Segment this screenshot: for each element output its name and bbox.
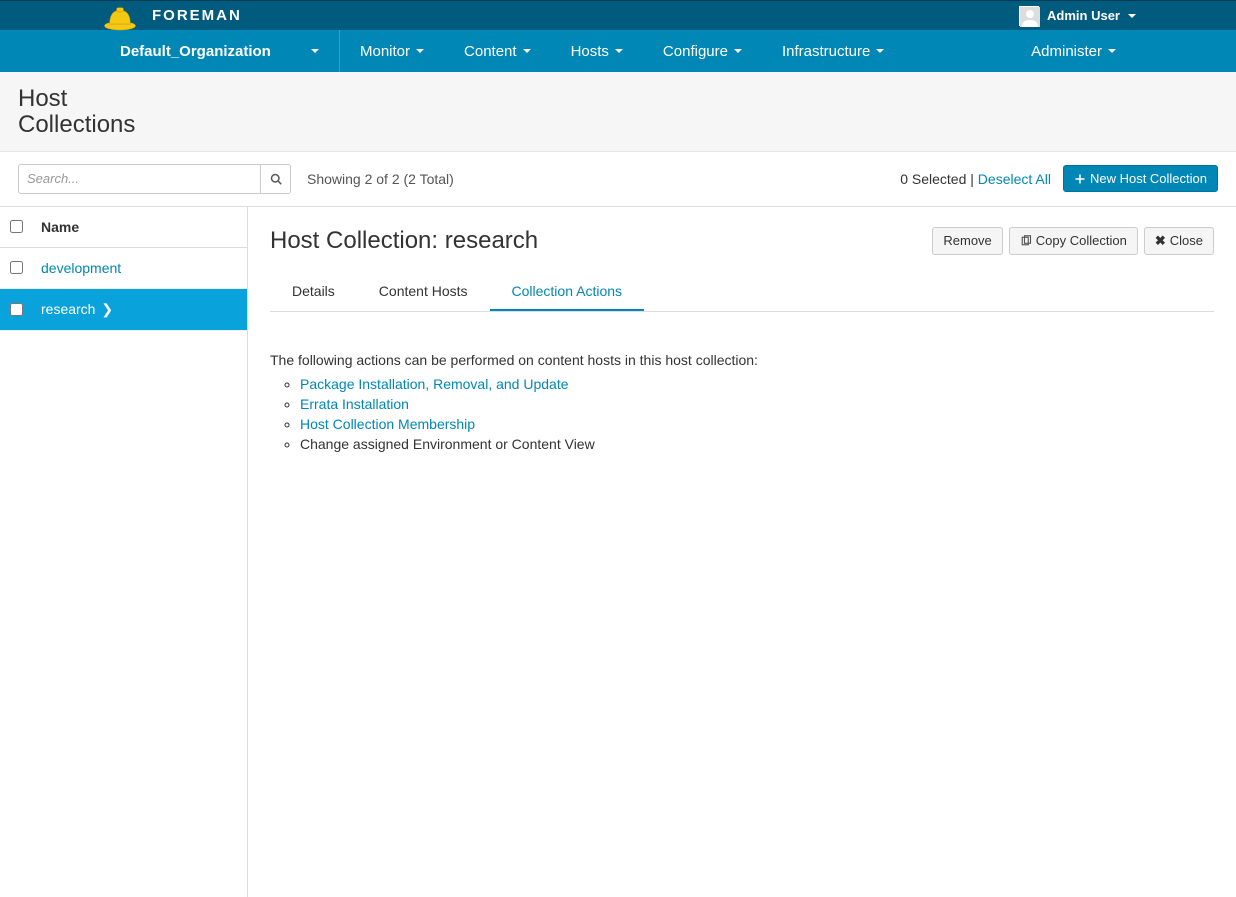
org-selector[interactable]: Default_Organization: [100, 30, 340, 72]
detail-title: Host Collection: research: [270, 227, 538, 255]
row-checkbox[interactable]: [10, 261, 23, 274]
plus-icon: [1074, 173, 1086, 185]
nav-monitor[interactable]: Monitor: [340, 30, 444, 72]
action-link[interactable]: Errata Installation: [300, 396, 409, 412]
nav-content[interactable]: Content: [444, 30, 551, 72]
search-input[interactable]: [18, 164, 261, 194]
navbar-right: Administer: [1011, 30, 1136, 72]
tab-content-hosts[interactable]: Content Hosts: [357, 273, 490, 311]
row-name: development: [41, 260, 121, 276]
action-item: Change assigned Environment or Content V…: [300, 434, 1214, 454]
nav-hosts[interactable]: Hosts: [551, 30, 643, 72]
search-button[interactable]: [261, 164, 291, 194]
user-name: Admin User: [1047, 8, 1120, 23]
row-checkbox[interactable]: [10, 303, 23, 316]
tab-collection-actions[interactable]: Collection Actions: [490, 273, 645, 311]
caret-down-icon: [523, 49, 531, 53]
org-name: Default_Organization: [120, 43, 271, 60]
detail-buttons: Remove Copy Collection ✖ Close: [932, 227, 1214, 255]
action-link[interactable]: Package Installation, Removal, and Updat…: [300, 376, 569, 392]
detail-header: Host Collection: research Remove Copy Co…: [270, 227, 1214, 255]
caret-down-icon: [311, 49, 319, 53]
select-all-checkbox[interactable]: [10, 220, 23, 233]
nav-administer[interactable]: Administer: [1011, 30, 1136, 72]
chevron-right-icon: ❯: [101, 301, 113, 317]
action-item: Errata Installation: [300, 394, 1214, 414]
navbar-left: Default_Organization Monitor Content Hos…: [100, 30, 904, 72]
user-menu[interactable]: Admin User: [1019, 6, 1136, 26]
caret-down-icon: [1108, 49, 1116, 53]
detail-pane: Host Collection: research Remove Copy Co…: [248, 207, 1236, 897]
page-header: Host Collections: [0, 72, 1236, 152]
toolbar-right: 0 Selected | Deselect All New Host Colle…: [900, 165, 1218, 192]
action-text: Change assigned Environment or Content V…: [300, 436, 595, 452]
topbar-left: FOREMAN: [100, 1, 242, 31]
page-title: Host Collections: [18, 86, 158, 139]
caret-down-icon: [416, 49, 424, 53]
actions-intro: The following actions can be performed o…: [270, 352, 1214, 368]
action-link[interactable]: Host Collection Membership: [300, 416, 475, 432]
column-name: Name: [41, 219, 79, 235]
selected-count: 0 Selected: [900, 171, 966, 187]
selection-status: 0 Selected | Deselect All: [900, 171, 1051, 187]
caret-down-icon: [734, 49, 742, 53]
close-button[interactable]: ✖ Close: [1144, 227, 1214, 255]
list-item[interactable]: research ❯: [0, 289, 247, 331]
list-item[interactable]: development: [0, 248, 247, 289]
copy-collection-button[interactable]: Copy Collection: [1009, 227, 1138, 255]
search-icon: [270, 173, 282, 185]
sidebar: Name development research ❯: [0, 207, 248, 897]
list-header: Name: [0, 207, 247, 248]
tabs: Details Content Hosts Collection Actions: [270, 273, 1214, 312]
content-area: Name development research ❯ Host Collect…: [0, 207, 1236, 897]
caret-down-icon: [876, 49, 884, 53]
navbar: Default_Organization Monitor Content Hos…: [0, 30, 1236, 72]
row-name: research ❯: [41, 301, 113, 318]
deselect-all-link[interactable]: Deselect All: [978, 171, 1051, 187]
new-host-collection-button[interactable]: New Host Collection: [1063, 165, 1218, 192]
copy-icon: [1020, 235, 1032, 247]
nav-infrastructure[interactable]: Infrastructure: [762, 30, 904, 72]
action-item: Package Installation, Removal, and Updat…: [300, 374, 1214, 394]
topbar: FOREMAN Admin User: [0, 0, 1236, 30]
caret-down-icon: [615, 49, 623, 53]
tab-details[interactable]: Details: [270, 273, 357, 311]
caret-down-icon: [1128, 14, 1136, 18]
nav-configure[interactable]: Configure: [643, 30, 762, 72]
brand-text: FOREMAN: [152, 7, 242, 24]
search-group: [18, 164, 291, 194]
avatar-icon: [1019, 6, 1039, 26]
action-item: Host Collection Membership: [300, 414, 1214, 434]
logo-icon: [100, 1, 140, 31]
remove-button[interactable]: Remove: [932, 227, 1002, 255]
toolbar: Showing 2 of 2 (2 Total) 0 Selected | De…: [0, 152, 1236, 207]
actions-list: Package Installation, Removal, and Updat…: [270, 374, 1214, 454]
showing-text: Showing 2 of 2 (2 Total): [307, 171, 454, 187]
close-icon: ✖: [1155, 233, 1166, 249]
